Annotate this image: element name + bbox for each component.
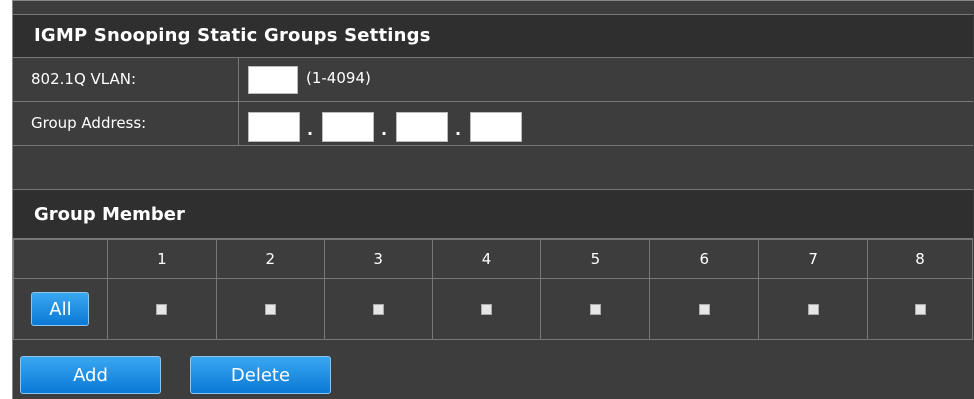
- section-title: IGMP Snooping Static Groups Settings: [34, 25, 431, 46]
- port-5-cell: [540, 278, 651, 340]
- vlan-input[interactable]: [248, 66, 298, 94]
- group-address-row: Group Address: . . .: [13, 102, 973, 146]
- port-2-cell: [215, 278, 325, 340]
- section-header: IGMP Snooping Static Groups Settings: [13, 14, 973, 58]
- port-number: 8: [867, 239, 973, 279]
- port-1-checkbox[interactable]: [156, 304, 168, 315]
- port-3-cell: [323, 278, 433, 340]
- port-number: 7: [758, 239, 869, 279]
- port-8-checkbox[interactable]: [914, 304, 926, 315]
- port-8-cell: [867, 278, 973, 340]
- group-address-label: Group Address:: [31, 114, 147, 132]
- group-member-title: Group Member: [34, 204, 185, 225]
- select-all-button[interactable]: All: [31, 292, 90, 326]
- port-checkbox-row: All: [13, 278, 973, 340]
- octet-separator: .: [307, 120, 314, 139]
- port-6-checkbox[interactable]: [698, 304, 710, 315]
- group-address-octet-1[interactable]: [248, 112, 300, 142]
- port-1-cell: [106, 278, 217, 340]
- port-3-checkbox[interactable]: [372, 304, 384, 315]
- port-number: 4: [431, 239, 542, 279]
- octet-separator: .: [455, 120, 462, 139]
- corner-cell: [13, 239, 108, 279]
- port-number: 1: [106, 239, 217, 279]
- group-address-label-cell: Group Address:: [13, 102, 239, 145]
- port-number: 5: [540, 239, 651, 279]
- port-number: 6: [649, 239, 760, 279]
- vlan-label: 802.1Q VLAN:: [31, 70, 137, 88]
- igmp-static-groups-panel: IGMP Snooping Static Groups Settings 802…: [12, 0, 974, 399]
- port-6-cell: [649, 278, 760, 340]
- port-2-checkbox[interactable]: [264, 304, 276, 315]
- delete-button[interactable]: Delete: [190, 356, 331, 394]
- port-5-checkbox[interactable]: [589, 304, 601, 315]
- group-address-octet-2[interactable]: [322, 112, 374, 142]
- group-member-header: Group Member: [13, 189, 973, 239]
- all-cell: All: [13, 278, 108, 340]
- port-number: 3: [323, 239, 433, 279]
- port-7-cell: [758, 278, 869, 340]
- vlan-label-cell: 802.1Q VLAN:: [13, 58, 239, 101]
- add-button[interactable]: Add: [20, 356, 161, 394]
- port-number: 2: [215, 239, 325, 279]
- vlan-range-hint: (1-4094): [306, 69, 371, 87]
- port-4-checkbox[interactable]: [481, 304, 493, 315]
- vlan-row: 802.1Q VLAN: (1-4094): [13, 58, 973, 102]
- port-number-row: 1 2 3 4 5 6 7 8: [13, 239, 973, 279]
- group-member-table: 1 2 3 4 5 6 7 8 All: [13, 239, 973, 340]
- port-7-checkbox[interactable]: [807, 304, 819, 315]
- port-4-cell: [431, 278, 542, 340]
- group-address-octet-4[interactable]: [470, 112, 522, 142]
- octet-separator: .: [381, 120, 388, 139]
- group-address-octet-3[interactable]: [396, 112, 448, 142]
